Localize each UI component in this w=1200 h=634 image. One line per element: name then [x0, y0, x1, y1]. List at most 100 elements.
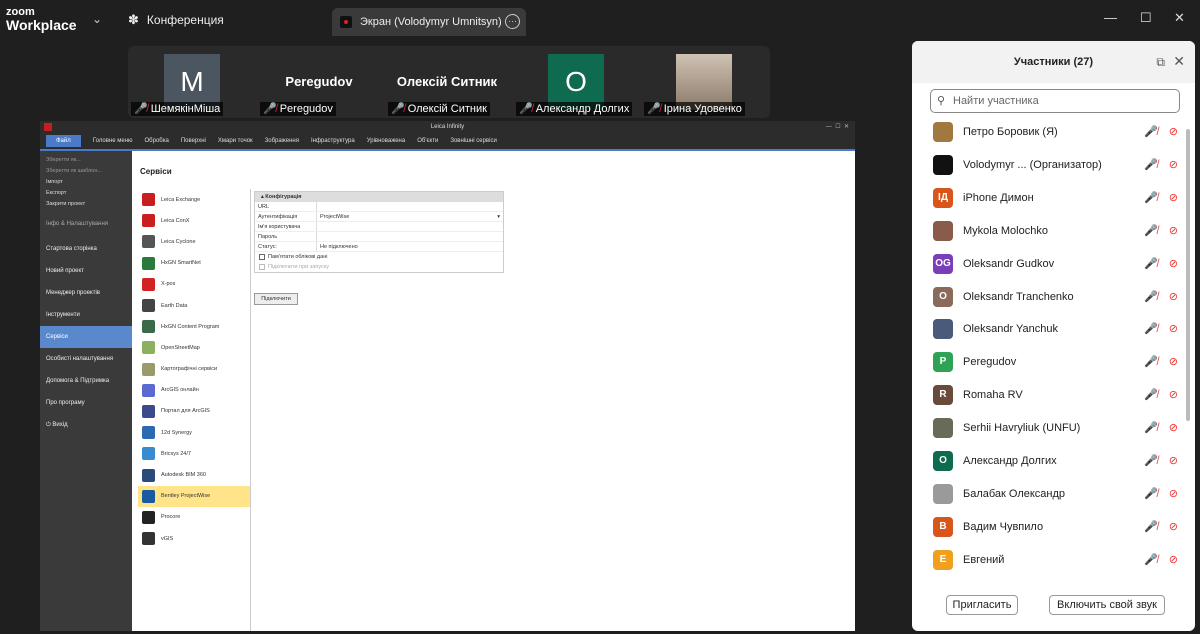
participant-row[interactable]: IД iPhone Димон 🎤̸ ⊘	[912, 182, 1184, 215]
side-menu-item[interactable]: Про програму	[40, 392, 132, 414]
participant-row[interactable]: Oleksandr Yanchuk 🎤̸ ⊘	[912, 313, 1184, 346]
side-menu-item[interactable]: Інструменти	[40, 304, 132, 326]
url-input[interactable]	[317, 202, 503, 211]
chevron-down-icon[interactable]: ⌄	[92, 12, 102, 26]
participants-list: Петро Боровик (Я) 🎤̸ ⊘ Volodymyr ... (Орган…	[912, 116, 1184, 581]
more-icon[interactable]: ···	[505, 14, 520, 29]
side-save-template[interactable]: Зберегти як шаблон...	[40, 166, 132, 177]
invite-button[interactable]: Пригласить	[946, 595, 1018, 615]
service-item[interactable]: Leica ConX	[138, 210, 250, 231]
mic-muted-icon: 🎤̸	[1144, 158, 1158, 171]
video-tile[interactable]: 🎤̸ Ірина Удовенко	[640, 46, 768, 118]
minimize-button[interactable]: —	[1104, 10, 1117, 25]
video-tile[interactable]: O 🎤̸ Александр Долгих	[512, 46, 640, 118]
service-item[interactable]: X-pos	[138, 274, 250, 295]
service-item[interactable]: Leica Cyclone	[138, 231, 250, 252]
menu-file[interactable]: Файл	[46, 135, 81, 147]
service-item[interactable]: HxGN SmartNet	[138, 253, 250, 274]
participant-row[interactable]: B Вадим Чувпило 🎤̸ ⊘	[912, 511, 1184, 544]
participant-name: Евгений	[963, 553, 1005, 566]
menu-item[interactable]: Хмари точок	[218, 138, 253, 144]
password-input[interactable]	[317, 232, 503, 241]
mic-muted-icon: 🎤̸	[134, 103, 148, 115]
side-menu-item[interactable]: Менеджер проектів	[40, 282, 132, 304]
menu-item[interactable]: Інфраструктура	[311, 138, 355, 144]
menu-item[interactable]: Зовнішні сервіси	[450, 138, 496, 144]
side-menu-item[interactable]: Стартова сторінка	[40, 238, 132, 260]
service-item[interactable]: HxGN Content Program	[138, 316, 250, 337]
participant-name: Oleksandr Yanchuk	[963, 323, 1058, 336]
participant-row[interactable]: E Евгений 🎤̸ ⊘	[912, 544, 1184, 577]
side-import[interactable]: Імпорт	[40, 177, 132, 188]
service-item[interactable]: Bentley ProjectWise	[138, 485, 250, 507]
participant-row[interactable]: Volodymyr ... (Организатор) 🎤̸ ⊘	[912, 149, 1184, 182]
close-button[interactable]: ✕	[1174, 10, 1185, 26]
scrollbar[interactable]	[1186, 129, 1190, 421]
side-menu-item[interactable]: Допомога & Підтримка	[40, 370, 132, 392]
video-off-icon: ⊘	[1168, 323, 1178, 336]
video-off-icon: ⊘	[1168, 487, 1178, 500]
service-item[interactable]: Leica Exchange	[138, 189, 250, 210]
participant-row[interactable]: Балабак Олександр 🎤̸ ⊘	[912, 478, 1184, 511]
video-tile[interactable]: Peregudov 🎤̸ Peregudov	[256, 46, 384, 118]
leica-content: Сервіси Leica Exchange Leica ConX Leica Cy…	[132, 151, 855, 631]
menu-item[interactable]: Обробка	[145, 138, 169, 144]
search-input[interactable]: ⚲ Найти участника	[930, 89, 1180, 113]
zoom-logo: zoom Workplace	[6, 6, 77, 33]
maximize-button[interactable]: ☐	[1140, 10, 1152, 26]
popout-icon[interactable]: ⧉	[1156, 55, 1165, 70]
avatar	[933, 154, 953, 175]
participant-row[interactable]: Serhii Havryliuk (UNFU) 🎤̸ ⊘	[912, 412, 1184, 445]
services-list: Leica Exchange Leica ConX Leica Cyclone HxG…	[138, 189, 250, 549]
service-item[interactable]: Earth Data	[138, 295, 250, 316]
service-item[interactable]: Bricsys 24/7	[138, 443, 250, 464]
side-menu-item-services[interactable]: Сервіси	[40, 326, 132, 348]
participant-row[interactable]: P Peregudov 🎤̸ ⊘	[912, 346, 1184, 379]
service-item[interactable]: 12d Synergy	[138, 422, 250, 443]
menu-item[interactable]: Поверхні	[181, 138, 206, 144]
side-menu-item[interactable]: Особисті налаштування	[40, 348, 132, 370]
participant-row[interactable]: O Александр Долгих 🎤̸ ⊘	[912, 445, 1184, 478]
service-logo-icon	[142, 341, 155, 355]
participants-panel: Участники (27) ⧉ ✕ ⚲ Найти участника Пет…	[912, 41, 1195, 631]
tab-meeting[interactable]: ✽ Конференция	[128, 12, 224, 28]
participant-row[interactable]: Mykola Molochko 🎤̸ ⊘	[912, 215, 1184, 248]
close-icon[interactable]: ✕	[1173, 53, 1185, 70]
side-menu-item[interactable]: Новий проект	[40, 260, 132, 282]
video-off-icon: ⊘	[1168, 290, 1178, 303]
unmute-button[interactable]: Включить свой звук	[1049, 595, 1165, 615]
menu-item[interactable]: Головне меню	[93, 138, 133, 144]
menu-item[interactable]: Об'єкти	[417, 138, 438, 144]
menu-item[interactable]: Зображення	[265, 138, 299, 144]
username-input[interactable]	[317, 222, 503, 231]
service-item[interactable]: Procore	[138, 507, 250, 528]
service-item[interactable]: Картографічні сервіси	[138, 359, 250, 380]
video-off-icon: ⊘	[1168, 389, 1178, 402]
video-tile[interactable]: M 🎤̸ ШемякінМіша	[128, 46, 256, 118]
auth-select[interactable]: ProjectWise ▾	[317, 212, 503, 221]
tab-screen-share[interactable]: Экран (Volodymyr Umnitsyn) ···	[332, 8, 526, 36]
service-item[interactable]: Портал для ArcGIS	[138, 401, 250, 422]
connect-button[interactable]: Підключити	[254, 293, 298, 305]
service-item[interactable]: ArcGIS онлайн	[138, 380, 250, 401]
service-item[interactable]: vGIS	[138, 528, 250, 549]
side-close-project[interactable]: Закрити проект	[40, 199, 132, 210]
video-tile[interactable]: Олексій Ситник 🎤̸ Олексій Ситник	[384, 46, 512, 118]
mic-muted-icon: 🎤̸	[1144, 389, 1158, 402]
participant-row[interactable]: Петро Боровик (Я) 🎤̸ ⊘	[912, 116, 1184, 149]
participant-row[interactable]: R Romaha RV 🎤̸ ⊘	[912, 379, 1184, 412]
side-export[interactable]: Експорт	[40, 188, 132, 199]
avatar: E	[933, 549, 953, 570]
menu-item[interactable]: Урівноважена	[367, 138, 406, 144]
participant-name: Romaha RV	[963, 389, 1023, 402]
remember-checkbox[interactable]: Пам'ятати облікові дані	[255, 252, 503, 262]
service-logo-icon	[142, 510, 155, 524]
participant-row[interactable]: OG Oleksandr Gudkov 🎤̸ ⊘	[912, 248, 1184, 281]
autoconnect-checkbox: Підключити при запуску	[255, 262, 503, 272]
side-save-as[interactable]: Зберегти як...	[40, 155, 132, 166]
service-item[interactable]: OpenStreetMap	[138, 337, 250, 358]
avatar: R	[933, 385, 953, 406]
participant-row[interactable]: O Oleksandr Tranchenko 🎤̸ ⊘	[912, 281, 1184, 314]
side-exit[interactable]: ⏻ Вихід	[40, 414, 132, 436]
service-item[interactable]: Autodesk BIM 360	[138, 464, 250, 485]
